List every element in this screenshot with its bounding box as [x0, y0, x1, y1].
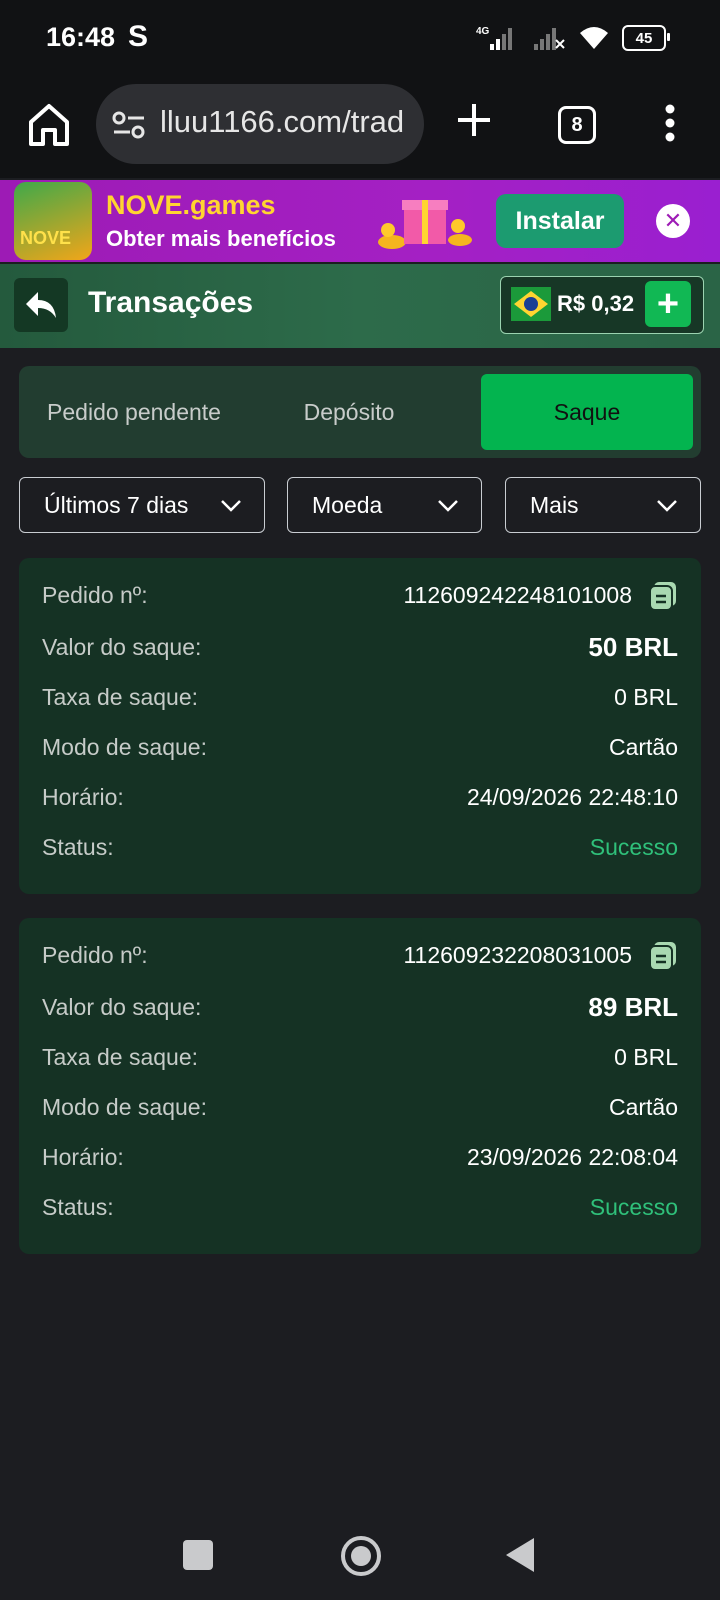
mode-value: Cartão: [608, 1094, 678, 1120]
home-icon[interactable]: [26, 100, 72, 150]
time-value: 23/09/2026 22:08:04: [466, 1144, 678, 1170]
back-nav-button[interactable]: [506, 1538, 534, 1572]
currency-dropdown[interactable]: Moeda: [287, 477, 482, 533]
more-dropdown[interactable]: Mais: [505, 477, 701, 533]
system-nav-bar: [0, 1510, 720, 1600]
clock: 16:48: [46, 22, 116, 52]
amount-label: Valor do saque:: [42, 994, 202, 1020]
status-label: Status:: [42, 1194, 114, 1220]
tab-deposit[interactable]: Depósito: [249, 374, 449, 450]
network-label: 4G: [476, 26, 490, 37]
install-banner: NOVE NOVE.games Obter mais benefícios In…: [0, 180, 720, 262]
time-label: Horário:: [42, 1144, 124, 1170]
url-text: lluu1166.com/trad: [160, 104, 405, 139]
mode-row: Modo de saque: Cartão: [42, 728, 678, 768]
chevron-down-icon: [657, 500, 677, 512]
transaction-tabs: Pedido pendente Depósito Saque: [19, 366, 701, 458]
mode-row: Modo de saque: Cartão: [42, 1088, 678, 1128]
time-row: Horário: 24/09/2026 22:48:10: [42, 778, 678, 818]
balance-amount: R$ 0,32: [557, 291, 635, 316]
home-button[interactable]: [341, 1536, 381, 1576]
close-icon[interactable]: ✕: [656, 204, 690, 238]
banner-title: NOVE.games: [106, 190, 276, 220]
status-icons: 4G 45: [476, 24, 670, 52]
gift-coins-icon: [378, 200, 472, 249]
period-value: Últimos 7 dias: [44, 491, 189, 518]
battery-level: 45: [635, 29, 653, 47]
more-value: Mais: [530, 491, 579, 518]
banner-subtitle: Obter mais benefícios: [106, 226, 336, 251]
balance-widget: R$ 0,32 +: [500, 276, 704, 334]
amount-value: 89 BRL: [588, 992, 678, 1022]
site-settings-icon[interactable]: [112, 110, 146, 140]
wifi-icon: [580, 27, 608, 49]
fee-value: 0 BRL: [614, 684, 678, 710]
fee-row: Taxa de saque: 0 BRL: [42, 678, 678, 718]
order-row: Pedido nº: 112609242248101008: [42, 576, 678, 616]
tab-count: 8: [571, 113, 583, 136]
copy-icon[interactable]: [648, 580, 678, 612]
mode-value: Cartão: [608, 734, 678, 760]
chevron-down-icon: [438, 500, 458, 512]
page-title: Transações: [88, 286, 254, 319]
new-tab-icon[interactable]: [456, 102, 492, 138]
battery-icon: 45: [622, 25, 670, 51]
signal-off-icon: [534, 28, 565, 50]
tab-switcher-button[interactable]: 8: [558, 106, 596, 144]
more-menu-icon[interactable]: [664, 104, 676, 144]
amount-label: Valor do saque:: [42, 634, 202, 660]
fee-row: Taxa de saque: 0 BRL: [42, 1038, 678, 1078]
status-badge: Sucesso: [589, 1194, 678, 1220]
copy-icon[interactable]: [648, 940, 678, 972]
amount-row: Valor do saque: 50 BRL: [42, 628, 678, 668]
transaction-card: Pedido nº: 112609242248101008 Valor do s…: [19, 558, 701, 894]
fee-label: Taxa de saque:: [42, 1044, 199, 1070]
app-logo-text: NOVE: [20, 228, 72, 248]
status-row: Status: Sucesso: [42, 828, 678, 868]
status-bar: 16:48 S 4G 45: [0, 0, 720, 78]
amount-row: Valor do saque: 89 BRL: [42, 988, 678, 1028]
time-value: 24/09/2026 22:48:10: [466, 784, 678, 810]
order-label: Pedido nº:: [42, 942, 148, 968]
fee-label: Taxa de saque:: [42, 684, 199, 710]
mode-label: Modo de saque:: [42, 1094, 207, 1120]
brazil-flag-icon: [511, 287, 551, 321]
chevron-down-icon: [221, 500, 241, 512]
status-row: Status: Sucesso: [42, 1188, 678, 1228]
carrier-icon: S: [128, 20, 149, 53]
app-logo: NOVE: [14, 182, 92, 260]
signal-icon: 4G: [476, 26, 512, 50]
fee-value: 0 BRL: [614, 1044, 678, 1070]
tab-withdraw[interactable]: Saque: [481, 374, 693, 450]
page-header: Transações R$ 0,32 +: [0, 264, 720, 348]
deposit-plus-button[interactable]: +: [645, 281, 691, 327]
tab-pending[interactable]: Pedido pendente: [19, 374, 249, 450]
mode-label: Modo de saque:: [42, 734, 207, 760]
time-row: Horário: 23/09/2026 22:08:04: [42, 1138, 678, 1178]
install-button[interactable]: Instalar: [496, 194, 624, 248]
period-dropdown[interactable]: Últimos 7 dias: [19, 477, 265, 533]
order-number: 112609242248101008: [403, 582, 632, 608]
status-badge: Sucesso: [589, 834, 678, 860]
back-arrow-icon: [26, 292, 56, 318]
order-number: 112609232208031005: [403, 942, 632, 968]
time-label: Horário:: [42, 784, 124, 810]
transaction-card: Pedido nº: 112609232208031005 Valor do s…: [19, 918, 701, 1254]
recents-button[interactable]: [183, 1540, 213, 1570]
status-label: Status:: [42, 834, 114, 860]
currency-value: Moeda: [312, 491, 383, 518]
order-label: Pedido nº:: [42, 582, 148, 608]
back-button[interactable]: [14, 278, 68, 332]
address-bar[interactable]: lluu1166.com/trad: [96, 84, 424, 164]
amount-value: 50 BRL: [588, 632, 678, 662]
order-row: Pedido nº: 112609232208031005: [42, 936, 678, 976]
browser-toolbar: lluu1166.com/trad 8: [0, 78, 720, 178]
